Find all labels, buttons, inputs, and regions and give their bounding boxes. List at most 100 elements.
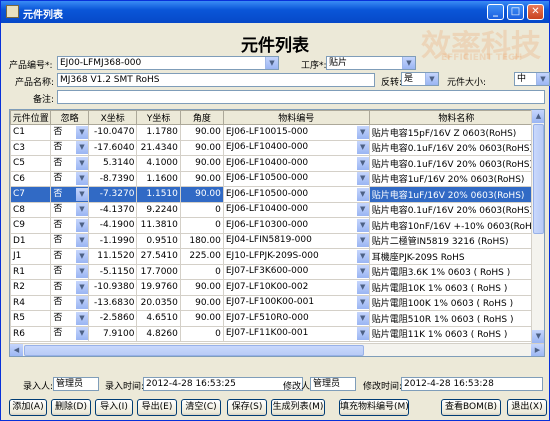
table-row[interactable]: C9 否 ▼ -4.1900 11.3810 0 EJ06-LF10300-000 ▼ 贴片电容… <box>10 217 544 234</box>
cell-ignore[interactable]: 否 ▼ <box>50 294 89 311</box>
cell-x[interactable]: -7.3270 <box>87 186 138 203</box>
col-header-material-name[interactable]: 物料名称 <box>368 110 544 125</box>
vertical-scroll-thumb[interactable] <box>533 124 544 234</box>
chevron-down-icon[interactable]: ▼ <box>75 280 88 294</box>
cell-material-code[interactable]: EJ06-LF10300-000 ▼ <box>222 217 370 234</box>
cell-x[interactable]: -4.1370 <box>87 201 138 218</box>
chevron-down-icon[interactable]: ▼ <box>356 327 369 341</box>
chevron-down-icon[interactable]: ▼ <box>356 265 369 279</box>
chevron-down-icon[interactable]: ▼ <box>356 218 369 232</box>
table-row[interactable]: J1 否 ▼ 11.1520 27.5410 225.00 EJ10-LFPJK-209S-… <box>10 248 544 265</box>
cell-angle[interactable]: 90.00 <box>179 124 224 141</box>
chevron-down-icon[interactable]: ▼ <box>75 265 88 279</box>
cell-x[interactable]: -10.0470 <box>87 124 138 141</box>
component-grid[interactable]: 元件位置 忽略 X坐标 Y坐标 角度 物料编号 物料名称 C1 否 ▼ -10.047… <box>9 109 545 357</box>
cell-angle[interactable]: 90.00 <box>179 186 224 203</box>
chevron-down-icon[interactable]: ▼ <box>356 125 369 139</box>
table-row[interactable]: D1 否 ▼ -1.1990 0.9510 180.00 EJ04-LFIN5819-000… <box>10 232 544 249</box>
scroll-left-icon[interactable]: ◀ <box>10 344 23 356</box>
scroll-down-icon[interactable]: ▼ <box>532 330 544 343</box>
chevron-down-icon[interactable]: ▼ <box>356 296 369 310</box>
cell-angle[interactable]: 90.00 <box>179 139 224 156</box>
part-size-combo[interactable]: 中 ▼ <box>514 72 550 86</box>
delete-button[interactable]: 删除(D) <box>51 399 91 416</box>
cell-x[interactable]: -8.7390 <box>87 170 138 187</box>
cell-position[interactable]: C5 <box>10 155 52 172</box>
cell-angle[interactable]: 0 <box>179 201 224 218</box>
cell-y[interactable]: 19.9760 <box>136 279 181 296</box>
cell-position[interactable]: R4 <box>10 294 52 311</box>
chevron-down-icon[interactable]: ▼ <box>356 187 369 201</box>
cell-ignore[interactable]: 否 ▼ <box>50 124 89 141</box>
cell-angle[interactable]: 90.00 <box>179 170 224 187</box>
col-header-position[interactable]: 元件位置 <box>10 110 52 125</box>
cell-ignore[interactable]: 否 ▼ <box>50 248 89 265</box>
table-row[interactable]: C7 否 ▼ -7.3270 1.1510 90.00 EJ06-LF10500-000 ▼ 贴… <box>10 186 544 203</box>
cell-ignore[interactable]: 否 ▼ <box>50 279 89 296</box>
chevron-down-icon[interactable]: ▼ <box>75 327 88 341</box>
process-combo[interactable]: 贴片 ▼ <box>326 56 416 70</box>
chevron-down-icon[interactable]: ▼ <box>356 249 369 263</box>
cell-x[interactable]: 11.1520 <box>87 248 138 265</box>
cell-position[interactable]: R1 <box>10 263 52 280</box>
cell-x[interactable]: -13.6830 <box>87 294 138 311</box>
table-row[interactable]: R6 否 ▼ 7.9100 4.8260 0 EJ07-LF11K00-001 ▼ 贴片電阻11… <box>10 325 544 342</box>
cell-y[interactable]: 1.1780 <box>136 124 181 141</box>
minimize-button[interactable]: _ <box>487 4 504 20</box>
chevron-down-icon[interactable]: ▼ <box>75 141 88 155</box>
cell-x[interactable]: -1.1990 <box>87 232 138 249</box>
cell-position[interactable]: C3 <box>10 139 52 156</box>
cell-y[interactable]: 4.6510 <box>136 310 181 327</box>
cell-y[interactable]: 11.3810 <box>136 217 181 234</box>
cell-x[interactable]: -5.1150 <box>87 263 138 280</box>
cell-x[interactable]: -10.9380 <box>87 279 138 296</box>
cell-x[interactable]: -17.6040 <box>87 139 138 156</box>
cell-material-code[interactable]: EJ06-LF10500-000 ▼ <box>222 186 370 203</box>
cell-angle[interactable]: 225.00 <box>179 248 224 265</box>
cell-y[interactable]: 0.9510 <box>136 232 181 249</box>
cell-material-code[interactable]: EJ06-LF10400-000 ▼ <box>222 139 370 156</box>
scroll-right-icon[interactable]: ▶ <box>531 344 544 356</box>
table-row[interactable]: C1 否 ▼ -10.0470 1.1780 90.00 EJ06-LF10015-000 ▼… <box>10 124 544 141</box>
chevron-down-icon[interactable]: ▼ <box>75 311 88 325</box>
chevron-down-icon[interactable]: ▼ <box>75 234 88 248</box>
cell-y[interactable]: 4.8260 <box>136 325 181 342</box>
clear-button[interactable]: 清空(C) <box>181 399 221 416</box>
cell-ignore[interactable]: 否 ▼ <box>50 170 89 187</box>
save-button[interactable]: 保存(S) <box>227 399 267 416</box>
chevron-down-icon[interactable]: ▼ <box>75 125 88 139</box>
chevron-down-icon[interactable]: ▼ <box>75 296 88 310</box>
col-header-x[interactable]: X坐标 <box>87 110 138 125</box>
chevron-down-icon[interactable]: ▼ <box>356 141 369 155</box>
cell-y[interactable]: 17.7000 <box>136 263 181 280</box>
cell-material-code[interactable]: EJ06-LF10400-000 ▼ <box>222 155 370 172</box>
cell-material-code[interactable]: EJ07-LF11K00-001 ▼ <box>222 325 370 342</box>
cell-x[interactable]: -4.1900 <box>87 217 138 234</box>
cell-position[interactable]: C6 <box>10 170 52 187</box>
cell-ignore[interactable]: 否 ▼ <box>50 217 89 234</box>
col-header-y[interactable]: Y坐标 <box>136 110 181 125</box>
cell-angle[interactable]: 90.00 <box>179 279 224 296</box>
cell-y[interactable]: 1.1510 <box>136 186 181 203</box>
cell-angle[interactable]: 0 <box>179 217 224 234</box>
cell-angle[interactable]: 90.00 <box>179 310 224 327</box>
horizontal-scroll-thumb[interactable] <box>24 345 364 356</box>
table-row[interactable]: C5 否 ▼ 5.3140 4.1000 90.00 EJ06-LF10400-000 ▼ 贴片… <box>10 155 544 172</box>
cell-material-code[interactable]: EJ06-LF10400-000 ▼ <box>222 201 370 218</box>
add-button[interactable]: 添加(A) <box>9 399 47 416</box>
cell-ignore[interactable]: 否 ▼ <box>50 263 89 280</box>
cell-material-code[interactable]: EJ06-LF10015-000 ▼ <box>222 124 370 141</box>
table-row[interactable]: R5 否 ▼ -2.5860 4.6510 90.00 EJ07-LF510R0-000 ▼ 贴… <box>10 310 544 327</box>
reverse-combo[interactable]: 是 ▼ <box>401 72 439 86</box>
table-row[interactable]: R2 否 ▼ -10.9380 19.9760 90.00 EJ07-LF10K00-002… <box>10 279 544 296</box>
maximize-button[interactable]: □ <box>507 4 524 20</box>
cell-position[interactable]: D1 <box>10 232 52 249</box>
cell-x[interactable]: -2.5860 <box>87 310 138 327</box>
cell-x[interactable]: 7.9100 <box>87 325 138 342</box>
cell-position[interactable]: C7 <box>10 186 52 203</box>
cell-angle[interactable]: 0 <box>179 325 224 342</box>
table-row[interactable]: R4 否 ▼ -13.6830 20.0350 90.00 EJ07-LF100K00-00… <box>10 294 544 311</box>
cell-position[interactable]: R5 <box>10 310 52 327</box>
generate-list-button[interactable]: 生成列表(M) <box>271 399 325 416</box>
remark-field[interactable] <box>57 90 545 104</box>
